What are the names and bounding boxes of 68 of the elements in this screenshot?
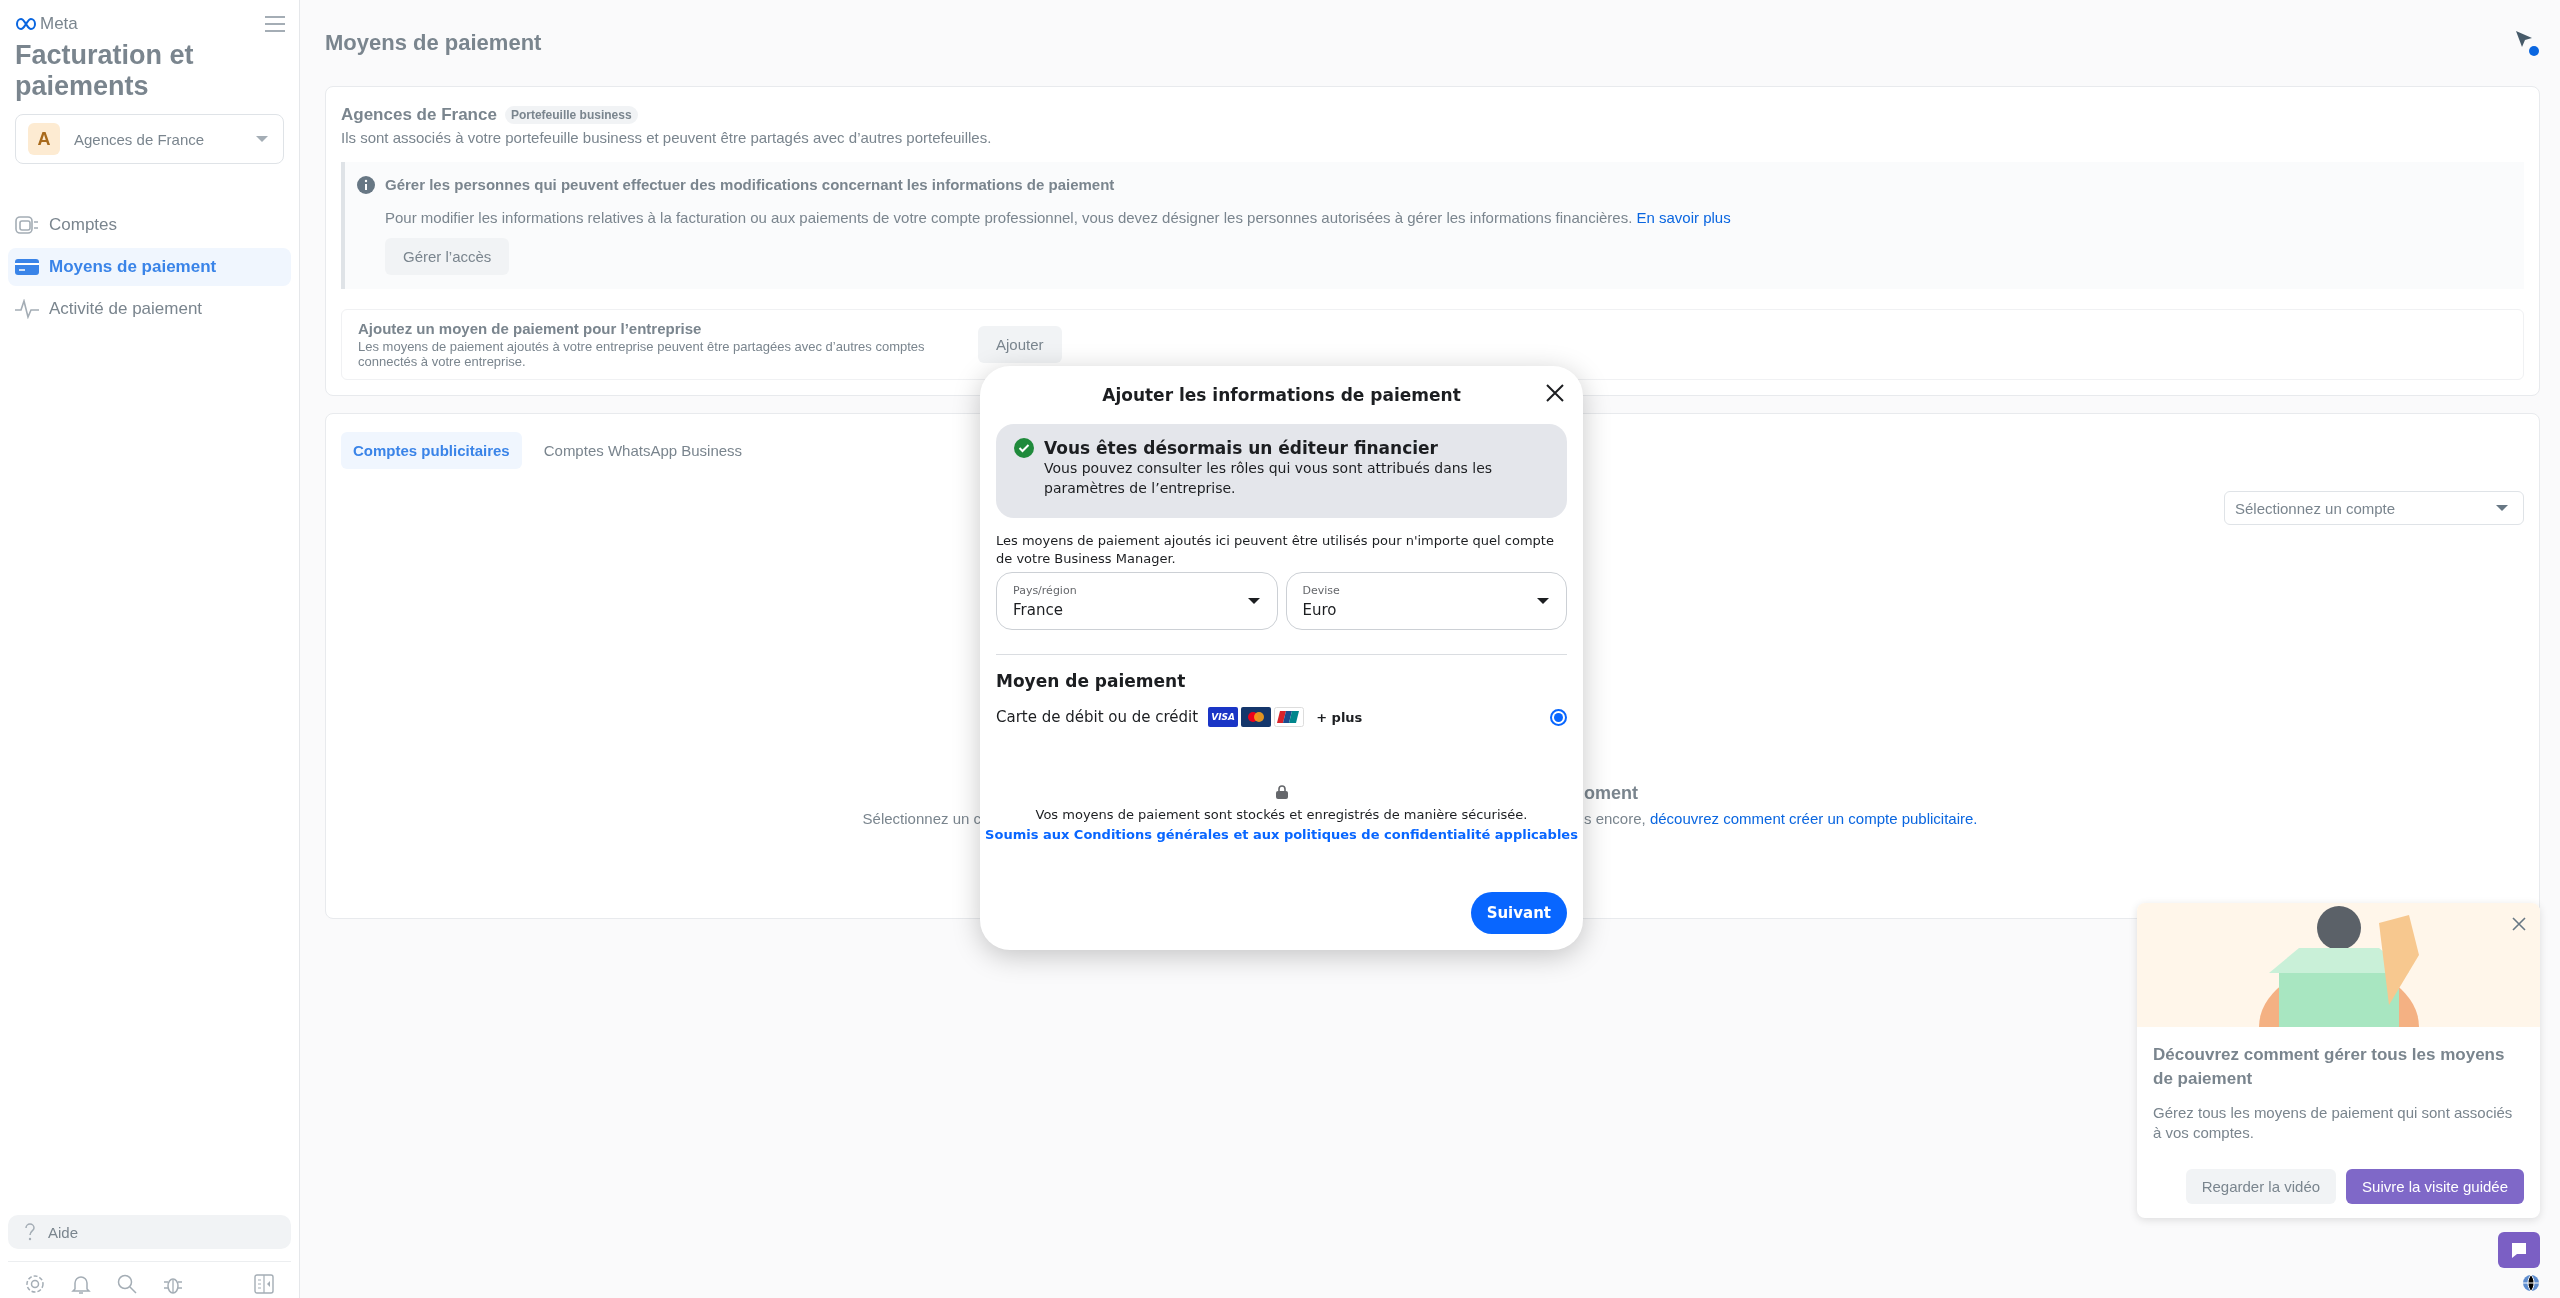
create-account-link[interactable]: découvrez comment créer un compte publicitaire. — [1649, 810, 1978, 827]
tab[interactable]: Comptes WhatsApp Business — [531, 432, 755, 469]
cursor-badge-icon[interactable] — [2514, 29, 2540, 57]
close-icon[interactable] — [1545, 383, 1565, 403]
mastercard-logo-icon — [1241, 707, 1272, 727]
help-button[interactable]: Aide — [8, 1215, 291, 1249]
learn-more-link[interactable]: En savoir plus — [1636, 209, 1731, 226]
security-text: Vos moyens de paiement sont stockés et enregistrés de manière sécurisée. — [1035, 806, 1528, 824]
country-select[interactable]: Pays/région France — [996, 572, 1278, 630]
nav-item[interactable]: Comptes — [8, 206, 291, 244]
tab[interactable]: Comptes publicitaires — [341, 432, 522, 469]
search-icon[interactable] — [117, 1274, 137, 1294]
watch-video-button[interactable]: Regarder la vidéo — [2185, 1169, 2337, 1204]
currency-select[interactable]: Devise Euro — [1285, 572, 1567, 630]
business-badge: Portefeuille business — [504, 106, 638, 124]
account-dropdown[interactable]: A Agences de France — [15, 114, 284, 164]
page-title: Moyens de paiement — [325, 30, 542, 56]
add-payment-title: Ajoutez un moyen de paiement pour l’entreprise — [358, 320, 703, 337]
success-text: Vous pouvez consulter les rôles qui vous sont attribués dans les paramètres de l’entreprise. — [1044, 459, 1494, 498]
lock-icon — [1275, 785, 1288, 799]
chat-bubble-icon — [2510, 1241, 2528, 1259]
check-circle-icon — [1014, 438, 1034, 458]
add-payment-text: Les moyens de paiement ajoutés à votre entreprise peuvent être partagées avec d’autres comptes connectés à votre entreprise. — [358, 339, 926, 369]
success-title: Vous êtes désormais un éditeur financier — [1044, 438, 1439, 458]
unionpay-logo-icon — [1274, 707, 1305, 727]
visa-logo: VISA — [1208, 707, 1239, 727]
radio-button[interactable] — [1550, 708, 1567, 726]
promo-title: Découvrez comment gérer tous les moyens de paiement — [2153, 1044, 2506, 1090]
bell-icon[interactable] — [71, 1274, 91, 1294]
notice-text: Pour modifier les informations relatives à la facturation ou aux paiements de votre compte professionnel, vous devez désigner les personnes autorisées à gérer les informations financières. En savoir plus — [385, 209, 1731, 226]
account-avatar: A — [28, 123, 60, 155]
credit-card-icon — [15, 258, 39, 276]
cards-stack-icon — [15, 214, 39, 236]
settings-icon[interactable] — [25, 1274, 45, 1294]
logo-text: Meta — [40, 14, 78, 34]
caret-icon — [2495, 504, 2509, 512]
globe-icon[interactable] — [2522, 1274, 2540, 1292]
notice-title: Gérer les personnes qui peuvent effectuer des modifications concernant les informations de paiement — [385, 176, 1116, 193]
empty-state-text: s encore, découvrez comment créer un compte publicitaire. — [1584, 810, 1979, 827]
empty-state-text: Sélectionnez un c — [861, 810, 981, 827]
menu-icon[interactable] — [265, 16, 285, 32]
more-brands-text: + plus — [1316, 709, 1363, 725]
caret-icon — [1536, 597, 1550, 605]
caret-icon — [1246, 597, 1261, 605]
meta-logo-icon — [15, 18, 37, 30]
guided-tour-button[interactable]: Suivre la visite guidée — [2346, 1169, 2524, 1204]
business-name: Agences de France — [341, 105, 497, 125]
modal-title: Ajouter les informations de paiement — [1102, 385, 1461, 405]
next-button[interactable]: Suivant — [1470, 892, 1567, 934]
section-title: Moyen de paiement — [996, 671, 1187, 691]
sidebar-title: Facturation et paiements — [15, 40, 195, 102]
info-icon — [357, 176, 375, 194]
nav-item[interactable]: Moyens de paiement — [8, 248, 291, 286]
nav-item[interactable]: Activité de paiement — [8, 290, 291, 328]
caret-icon — [255, 135, 269, 143]
manage-access-button[interactable]: Gérer l’accès — [385, 238, 510, 275]
intro-text: Les moyens de paiement ajoutés ici peuvent être utilisés pour n'importe quel compte de votre Business Manager. — [996, 532, 1555, 568]
pulse-icon — [15, 299, 39, 319]
promo-text: Gérez tous les moyens de paiement qui sont associés à vos comptes. — [2153, 1103, 2514, 1143]
business-description: Ils sont associés à votre portefeuille business et peuvent être partagés avec d’autres portefeuilles. — [341, 129, 993, 146]
empty-state-title: oment — [1584, 783, 1639, 804]
add-button[interactable]: Ajouter — [978, 326, 1062, 363]
feedback-button[interactable] — [2498, 1232, 2540, 1268]
panel-toggle-icon[interactable] — [254, 1274, 274, 1294]
option-label: Carte de débit ou de crédit — [996, 708, 1199, 726]
terms-link[interactable]: Soumis aux Conditions générales et aux politiques de confidentialité applicables — [985, 825, 1578, 845]
account-select[interactable]: Sélectionnez un compte — [2224, 491, 2524, 525]
question-icon — [24, 1223, 36, 1241]
